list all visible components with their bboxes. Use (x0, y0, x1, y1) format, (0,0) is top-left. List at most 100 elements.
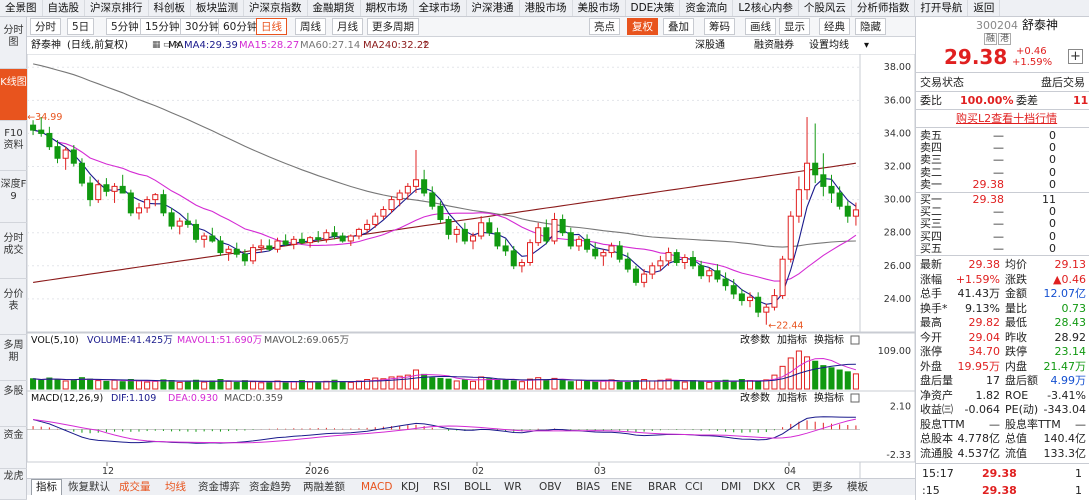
indicator-tab[interactable]: DKX (749, 479, 779, 495)
indicator-tab[interactable]: BIAS (572, 479, 604, 495)
volume-panel-button[interactable]: 加指标 (777, 333, 807, 346)
left-tab[interactable]: 多周期 (0, 335, 27, 381)
indicator-tab[interactable]: 资金趋势 (245, 479, 295, 495)
menu-item[interactable]: 打开导航 (915, 0, 969, 16)
indicator-tab[interactable]: RSI (429, 479, 454, 495)
settings-icon[interactable]: ▦ (152, 37, 161, 54)
indicator-tab[interactable]: BOLL (460, 479, 495, 495)
left-tab[interactable]: 分时成交 (0, 223, 27, 279)
chevron-down-icon[interactable]: ▾ (864, 37, 869, 54)
macd-panel-button[interactable]: 改参数 (740, 391, 770, 404)
link-set-ma[interactable]: 设置均线 (809, 37, 849, 54)
indicator-tab[interactable]: 指标 (31, 479, 62, 495)
menu-item[interactable]: DDE决策 (626, 0, 681, 16)
left-tab[interactable]: 分时图 (0, 17, 27, 69)
menu-item[interactable]: 沪深京指数 (244, 0, 308, 16)
menu-item[interactable]: 返回 (968, 0, 1001, 16)
price-tick-label: 26.00 (884, 261, 911, 272)
menu-item[interactable]: 自选股 (43, 0, 85, 16)
menu-item[interactable]: 港股市场 (520, 0, 573, 16)
volume-bar (347, 381, 354, 390)
volume-bar (592, 381, 599, 390)
left-tab[interactable]: 资金 (0, 427, 27, 469)
menu-item[interactable]: 全景图 (0, 0, 43, 16)
volume-panel-button[interactable]: 换指标 (814, 333, 844, 346)
indicator-tab[interactable]: CCI (681, 479, 707, 495)
tool-button[interactable]: 画线 (745, 18, 776, 35)
link-hk-connect[interactable]: 深股通 (695, 37, 725, 54)
period-tab[interactable]: 5分钟 (106, 18, 144, 35)
indicator-tab[interactable]: MACD (357, 479, 396, 495)
add-watchlist-button[interactable]: + (1068, 49, 1083, 64)
menu-item[interactable]: 期权市场 (361, 0, 414, 16)
indicator-tab[interactable]: WR (500, 479, 526, 495)
tool-button[interactable]: 叠加 (663, 18, 694, 35)
macd-panel-button[interactable]: 加指标 (777, 391, 807, 404)
left-tab[interactable]: 多股 (0, 381, 27, 427)
candle-body (282, 240, 289, 245)
indicator-tab[interactable]: ENE (607, 479, 636, 495)
weibi-value: 100.00% (960, 94, 1014, 107)
tool-button[interactable]: 复权 (627, 18, 658, 35)
link-margin[interactable]: 融资融券 (754, 37, 794, 54)
indicator-tab[interactable]: 均线 (161, 479, 190, 495)
stat-row: 外盘 19.95万 内盘 21.47万 (916, 360, 1089, 373)
menu-item[interactable]: 分析师指数 (852, 0, 916, 16)
volume-bar (584, 380, 591, 390)
ma240-up-arrow-icon: ↑ (421, 40, 430, 51)
period-tab[interactable]: 日线 (256, 18, 287, 35)
left-tab[interactable]: 深度F9 (0, 171, 27, 223)
period-tab[interactable]: 更多周期 (367, 18, 419, 35)
menu-item[interactable]: 金融期货 (308, 0, 361, 16)
indicator-tab[interactable]: 资金博弈 (194, 479, 244, 495)
menu-item[interactable]: 资金流向 (680, 0, 734, 16)
period-tab[interactable]: 分时 (30, 18, 61, 35)
indicator-tab[interactable]: 两融差额 (299, 479, 349, 495)
orderbook-price: 29.38 (972, 177, 1005, 191)
tool-button[interactable]: 显示 (779, 18, 810, 35)
left-tab[interactable]: K线图 (0, 69, 27, 121)
indicator-tab[interactable]: 恢复默认 (64, 479, 114, 495)
indicator-tab[interactable]: 更多 (808, 479, 837, 495)
period-tab[interactable]: 月线 (332, 18, 363, 35)
left-tab[interactable]: F10资料 (0, 121, 27, 171)
left-tab[interactable]: 分价表 (0, 279, 27, 335)
period-tab[interactable]: 15分钟 (140, 18, 185, 35)
candle-body (176, 220, 183, 227)
volume-bar (543, 379, 550, 390)
stat-row: 总手 41.43万 金额 12.07亿 (916, 287, 1089, 300)
tool-button[interactable]: 隐藏 (855, 18, 886, 35)
menu-item[interactable]: 个股风云 (799, 0, 852, 16)
menu-item[interactable]: 沪深京排行 (85, 0, 149, 16)
indicator-tab[interactable]: OBV (535, 479, 565, 495)
candle-body (119, 185, 126, 194)
tick-row: 15:17 29.38 1 (916, 467, 1089, 480)
candle-body (527, 242, 534, 263)
tool-button[interactable]: 经典 (819, 18, 850, 35)
menu-item[interactable]: 板块监测 (191, 0, 244, 16)
indicator-tab[interactable]: CR (782, 479, 805, 495)
menu-item[interactable]: 科创板 (149, 0, 191, 16)
menu-item[interactable]: L2核心内参 (733, 0, 799, 16)
menu-item[interactable]: 全球市场 (414, 0, 467, 16)
indicator-tab[interactable]: BRAR (644, 479, 681, 495)
buy-l2-link[interactable]: 购买L2查看十档行情 (956, 112, 1057, 125)
kline-chart[interactable]: 38.00 36.00 34.00 32.00 30.00 28.00 26.00 24.00… (27, 54, 915, 478)
period-tab[interactable]: 周线 (295, 18, 326, 35)
indicator-tab[interactable]: 模板 (843, 479, 872, 495)
indicator-tab[interactable]: DMI (717, 479, 745, 495)
candle-body (730, 285, 737, 295)
menu-item[interactable]: 沪深港通 (467, 0, 520, 16)
left-tab[interactable]: 龙虎 (0, 469, 27, 500)
orderbook-row: 卖五 — 0 (916, 130, 1089, 142)
period-tab[interactable]: 5日 (67, 18, 95, 35)
macd-panel-button[interactable]: 换指标 (814, 391, 844, 404)
tool-button[interactable]: 筹码 (704, 18, 735, 35)
orderbook-volume: 0 (1049, 205, 1056, 219)
menu-item[interactable]: 美股市场 (573, 0, 626, 16)
indicator-tab[interactable]: 成交量 (115, 479, 155, 495)
tool-button[interactable]: 亮点 (589, 18, 620, 35)
volume-panel-button[interactable]: 改参数 (740, 333, 770, 346)
candle-body (192, 223, 200, 240)
indicator-tab[interactable]: KDJ (397, 479, 423, 495)
